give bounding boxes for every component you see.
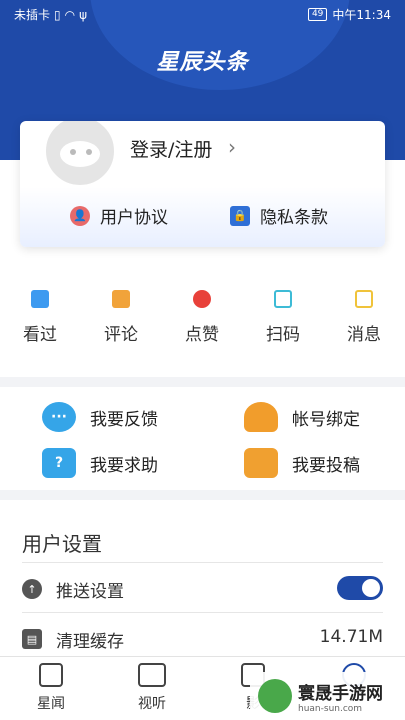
chevron-right-icon[interactable]: ›	[228, 135, 236, 159]
service-label: 我要反馈	[90, 409, 158, 430]
wifi-icon: ◠	[64, 7, 76, 22]
cloud-upload-icon: ↑	[22, 579, 42, 599]
tab-news[interactable]: 星闻	[21, 663, 81, 713]
submit-article-button[interactable]: 我要投稿	[244, 448, 360, 478]
clear-cache-label: 清理缓存	[56, 632, 124, 652]
carrier-text: 未插卡	[14, 8, 51, 22]
sim-icon: ▯	[54, 7, 61, 22]
status-time: 中午11:34	[332, 8, 391, 22]
avatar-eye	[86, 149, 92, 155]
watermark: 寰晟手游网 huan-sun.com	[250, 672, 405, 720]
tab-video[interactable]: 视听	[122, 663, 182, 713]
service-label: 我要求助	[90, 455, 158, 476]
quick-comments[interactable]: 评论	[91, 290, 151, 345]
document-icon	[31, 290, 49, 308]
service-label: 我要投稿	[292, 455, 360, 476]
app-brand: 星辰头条	[156, 50, 249, 75]
clear-cache-row[interactable]: ▤ 清理缓存 14.71M	[22, 612, 383, 662]
quick-likes[interactable]: 点赞	[172, 290, 232, 345]
avatar[interactable]	[44, 121, 116, 187]
chat-bubble-icon: ···	[42, 402, 76, 432]
avatar-face	[60, 141, 100, 167]
quick-label: 消息	[347, 325, 381, 345]
quick-label: 看过	[23, 325, 57, 345]
help-button[interactable]: ? 我要求助	[42, 448, 158, 478]
user-agreement-button[interactable]: 👤 用户协议	[70, 203, 168, 228]
basket-icon: ▤	[22, 629, 42, 649]
feedback-button[interactable]: ··· 我要反馈	[42, 402, 158, 432]
battery-icon: 49	[307, 8, 328, 21]
push-toggle[interactable]	[337, 576, 383, 600]
scan-icon	[274, 290, 292, 308]
login-register-link[interactable]: 登录/注册	[130, 135, 212, 162]
account-binding-button[interactable]: 帐号绑定	[244, 402, 360, 432]
status-bar: 未插卡 ▯ ◠ ψ 49 中午11:34	[0, 0, 405, 28]
quick-label: 评论	[104, 325, 138, 345]
profile-card: 登录/注册 › 👤 用户协议 🔒 隐私条款	[20, 121, 385, 247]
privacy-policy-button[interactable]: 🔒 隐私条款	[230, 203, 328, 228]
usb-icon: ψ	[79, 7, 88, 22]
tab-label: 星闻	[37, 696, 65, 712]
envelope-icon	[244, 448, 278, 478]
user-agreement-label: 用户协议	[100, 208, 168, 228]
quick-scan[interactable]: 扫码	[253, 290, 313, 345]
edit-icon	[355, 290, 373, 308]
section-divider	[0, 490, 405, 500]
settings-title: 用户设置	[22, 532, 102, 556]
quick-label: 扫码	[266, 325, 300, 345]
video-icon	[138, 663, 166, 687]
watermark-url: huan-sun.com	[298, 703, 363, 714]
service-label: 帐号绑定	[292, 409, 360, 430]
comment-icon	[112, 290, 130, 308]
avatar-eye	[70, 149, 76, 155]
user-link-icon	[244, 402, 278, 432]
section-divider	[0, 377, 405, 387]
watermark-logo	[258, 679, 292, 713]
watermark-name: 寰晟手游网	[298, 683, 383, 704]
quick-viewed[interactable]: 看过	[10, 290, 70, 345]
quick-messages[interactable]: 消息	[334, 290, 394, 345]
news-icon	[39, 663, 63, 687]
toggle-knob	[362, 579, 380, 597]
push-settings-row[interactable]: ↑ 推送设置	[22, 562, 383, 612]
lock-icon: 🔒	[230, 205, 250, 226]
cache-size: 14.71M	[319, 627, 383, 647]
tab-label: 视听	[138, 696, 166, 712]
help-icon: ?	[42, 448, 76, 478]
user-icon: 👤	[70, 205, 90, 226]
privacy-policy-label: 隐私条款	[260, 208, 328, 228]
quick-label: 点赞	[185, 325, 219, 345]
quick-actions: 看过 评论 点赞 扫码 消息	[0, 290, 405, 346]
heart-icon	[193, 290, 211, 308]
push-settings-label: 推送设置	[56, 582, 124, 602]
